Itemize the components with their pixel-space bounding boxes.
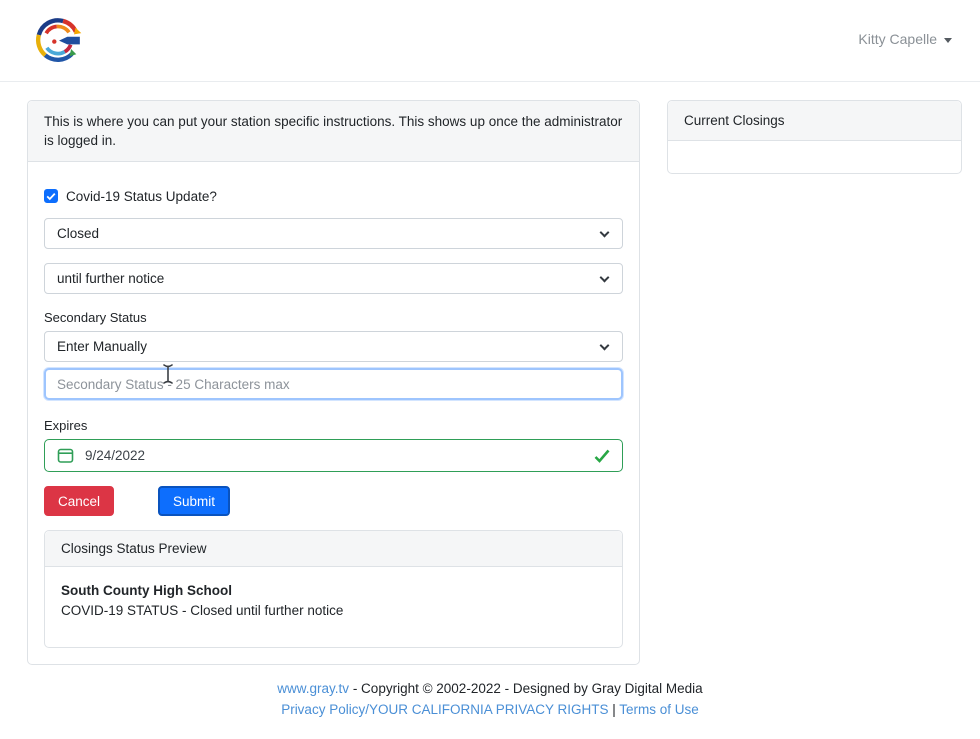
current-closings-header: Current Closings — [668, 101, 961, 141]
expires-date-value: 9/24/2022 — [85, 448, 145, 463]
cancel-button[interactable]: Cancel — [44, 486, 114, 516]
top-navbar: Kitty Capelle — [0, 0, 980, 82]
covid-status-checkbox[interactable] — [44, 189, 58, 203]
chevron-down-icon — [600, 228, 610, 238]
station-instructions: This is where you can put your station s… — [28, 101, 639, 162]
current-closings-empty-body — [668, 141, 961, 173]
organization-name: South County High School — [61, 581, 606, 600]
expires-label: Expires — [44, 418, 623, 433]
secondary-status-input[interactable] — [44, 368, 623, 400]
terms-of-use-link[interactable]: Terms of Use — [619, 702, 699, 717]
secondary-status-label: Secondary Status — [44, 310, 623, 325]
duration-select-value: until further notice — [57, 271, 164, 286]
caret-down-icon — [944, 38, 952, 43]
chevron-down-icon — [600, 273, 610, 283]
closings-status-preview-body: South County High School COVID-19 STATUS… — [45, 567, 622, 647]
page-footer: www.gray.tv - Copyright © 2002-2022 - De… — [0, 678, 980, 720]
status-select[interactable]: Closed — [44, 218, 623, 249]
closings-status-preview-header: Closings Status Preview — [45, 531, 622, 567]
covid-status-row: Covid-19 Status Update? — [44, 186, 623, 206]
current-closings-card: Current Closings — [667, 100, 962, 174]
gray-tv-logo-icon[interactable] — [34, 11, 84, 67]
closings-status-preview-card: Closings Status Preview South County Hig… — [44, 530, 623, 648]
submit-button[interactable]: Submit — [158, 486, 230, 516]
copyright-text: - Copyright © 2002-2022 - Designed by Gr… — [349, 681, 703, 696]
calendar-icon — [57, 447, 74, 464]
footer-legal-line: Privacy Policy/YOUR CALIFORNIA PRIVACY R… — [0, 699, 980, 720]
footer-separator: | — [609, 702, 620, 717]
valid-check-icon — [594, 449, 610, 463]
page: Kitty Capelle This is where you can put … — [0, 0, 980, 739]
expires-date-input[interactable]: 9/24/2022 — [44, 439, 623, 472]
gray-tv-link[interactable]: www.gray.tv — [277, 681, 349, 696]
user-menu-dropdown[interactable]: Kitty Capelle — [858, 31, 952, 47]
checkmark-icon — [46, 192, 56, 201]
form-actions: Cancel Submit — [44, 486, 623, 516]
privacy-policy-link[interactable]: Privacy Policy/YOUR CALIFORNIA PRIVACY R… — [281, 702, 608, 717]
user-name: Kitty Capelle — [858, 31, 937, 47]
covid-status-label[interactable]: Covid-19 Status Update? — [66, 189, 217, 204]
status-select-value: Closed — [57, 226, 99, 241]
status-preview-line: COVID-19 STATUS - Closed until further n… — [61, 600, 606, 621]
footer-copyright-line: www.gray.tv - Copyright © 2002-2022 - De… — [0, 678, 980, 699]
secondary-status-select-value: Enter Manually — [57, 339, 147, 354]
text-cursor-icon — [160, 363, 176, 385]
secondary-status-select[interactable]: Enter Manually — [44, 331, 623, 362]
chevron-down-icon — [600, 341, 610, 351]
station-status-card: This is where you can put your station s… — [27, 100, 640, 665]
duration-select[interactable]: until further notice — [44, 263, 623, 294]
station-status-form: Covid-19 Status Update? Closed until fur… — [28, 162, 639, 664]
